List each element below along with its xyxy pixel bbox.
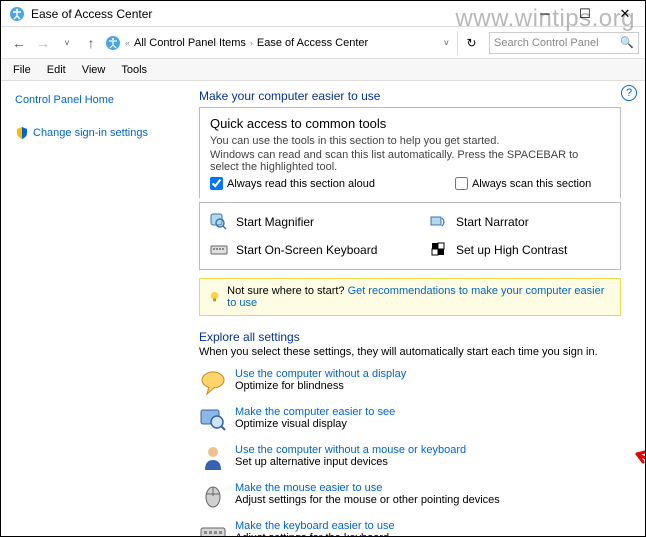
setting-desc-easier-see: Optimize visual display bbox=[235, 418, 395, 430]
setting-easier-see: Make the computer easier to see Optimize… bbox=[199, 406, 621, 434]
mouse-icon bbox=[199, 482, 227, 510]
sidebar: Control Panel Home Change sign-in settin… bbox=[1, 81, 189, 536]
maximize-button[interactable]: ☐ bbox=[565, 1, 605, 26]
breadcrumb-dropdown[interactable]: ˅ bbox=[444, 38, 449, 48]
magnify-screen-icon bbox=[199, 406, 227, 434]
titlebar: Ease of Access Center ─ ☐ ✕ bbox=[1, 1, 645, 27]
content-area: Control Panel Home Change sign-in settin… bbox=[1, 81, 645, 536]
speech-bubble-icon bbox=[199, 368, 227, 396]
quick-access-desc2: Windows can read and scan this list auto… bbox=[210, 149, 610, 173]
checkbox-read-aloud[interactable]: Always read this section aloud bbox=[210, 177, 375, 190]
setting-link-no-mouse-kbd[interactable]: Use the computer without a mouse or keyb… bbox=[235, 444, 466, 456]
sidebar-signin-link[interactable]: Change sign-in settings bbox=[15, 123, 181, 143]
setting-desc-mouse-easier: Adjust settings for the mouse or other p… bbox=[235, 494, 500, 506]
navbar: ← → ˅ ↑ « All Control Panel Items › Ease… bbox=[1, 27, 645, 59]
menu-edit[interactable]: Edit bbox=[39, 62, 74, 78]
person-icon bbox=[199, 444, 227, 472]
setting-no-mouse-kbd: Use the computer without a mouse or keyb… bbox=[199, 444, 621, 472]
forward-button[interactable]: → bbox=[31, 31, 55, 55]
control-panel-icon bbox=[105, 35, 121, 51]
red-arrow-annotation bbox=[631, 448, 645, 472]
shield-icon bbox=[15, 126, 29, 140]
breadcrumb-item-current[interactable]: Ease of Access Center bbox=[257, 37, 368, 49]
setting-desc-no-display: Optimize for blindness bbox=[235, 380, 406, 392]
page-heading: Make your computer easier to use bbox=[199, 89, 621, 103]
setting-link-no-display[interactable]: Use the computer without a display bbox=[235, 368, 406, 380]
setting-mouse-easier: Make the mouse easier to use Adjust sett… bbox=[199, 482, 621, 510]
menu-view[interactable]: View bbox=[74, 62, 114, 78]
highcontrast-icon bbox=[430, 241, 448, 259]
explore-title: Explore all settings bbox=[199, 330, 621, 344]
sidebar-home-link[interactable]: Control Panel Home bbox=[15, 91, 181, 109]
breadcrumb[interactable]: « All Control Panel Items › Ease of Acce… bbox=[103, 35, 457, 51]
quick-access-box: Quick access to common tools You can use… bbox=[199, 107, 621, 198]
recent-locations-dropdown[interactable]: ˅ bbox=[55, 31, 79, 55]
help-icon[interactable]: ? bbox=[621, 85, 637, 101]
explore-sub: When you select these settings, they wil… bbox=[199, 346, 621, 358]
tip-box: Not sure where to start? Get recommendat… bbox=[199, 278, 621, 316]
setting-link-kbd-easier[interactable]: Make the keyboard easier to use bbox=[235, 520, 395, 532]
setting-desc-no-mouse-kbd: Set up alternative input devices bbox=[235, 456, 466, 468]
setting-kbd-easier: Make the keyboard easier to use Adjust s… bbox=[199, 520, 621, 536]
setting-desc-kbd-easier: Adjust settings for the keyboard bbox=[235, 532, 395, 536]
keyboard-setting-icon bbox=[199, 520, 227, 536]
checkbox-scan-section[interactable]: Always scan this section bbox=[455, 177, 591, 190]
back-button[interactable]: ← bbox=[7, 31, 31, 55]
menubar: File Edit View Tools bbox=[1, 59, 645, 81]
window-title: Ease of Access Center bbox=[31, 7, 525, 21]
setting-link-easier-see[interactable]: Make the computer easier to see bbox=[235, 406, 395, 418]
quick-access-desc1: You can use the tools in this section to… bbox=[210, 135, 610, 147]
breadcrumb-root[interactable]: « bbox=[125, 38, 130, 48]
setting-link-mouse-easier[interactable]: Make the mouse easier to use bbox=[235, 482, 500, 494]
search-placeholder: Search Control Panel bbox=[494, 37, 599, 49]
search-input[interactable]: Search Control Panel 🔍 bbox=[489, 32, 639, 54]
quick-access-title: Quick access to common tools bbox=[210, 116, 610, 131]
tools-grid: Start Magnifier Start Narrator Start On-… bbox=[199, 202, 621, 270]
narrator-icon bbox=[430, 213, 448, 231]
breadcrumb-item-all[interactable]: All Control Panel Items bbox=[134, 37, 246, 49]
ease-of-access-icon bbox=[9, 6, 25, 22]
main-panel: ? Make your computer easier to use Quick… bbox=[189, 81, 645, 536]
tool-magnifier[interactable]: Start Magnifier bbox=[210, 213, 390, 231]
setting-no-display: Use the computer without a display Optim… bbox=[199, 368, 621, 396]
menu-file[interactable]: File bbox=[5, 62, 39, 78]
up-button[interactable]: ↑ bbox=[79, 31, 103, 55]
menu-tools[interactable]: Tools bbox=[113, 62, 155, 78]
lightbulb-icon bbox=[208, 290, 221, 304]
tool-osk[interactable]: Start On-Screen Keyboard bbox=[210, 241, 390, 259]
minimize-button[interactable]: ─ bbox=[525, 1, 565, 26]
close-button[interactable]: ✕ bbox=[605, 1, 645, 26]
search-icon: 🔍 bbox=[620, 36, 634, 49]
tool-highcontrast[interactable]: Set up High Contrast bbox=[430, 241, 610, 259]
magnifier-icon bbox=[210, 213, 228, 231]
tip-prefix: Not sure where to start? bbox=[227, 285, 347, 297]
tool-narrator[interactable]: Start Narrator bbox=[430, 213, 610, 231]
chevron-icon: › bbox=[250, 38, 253, 48]
refresh-button[interactable]: ↻ bbox=[457, 31, 485, 55]
keyboard-icon bbox=[210, 241, 228, 259]
